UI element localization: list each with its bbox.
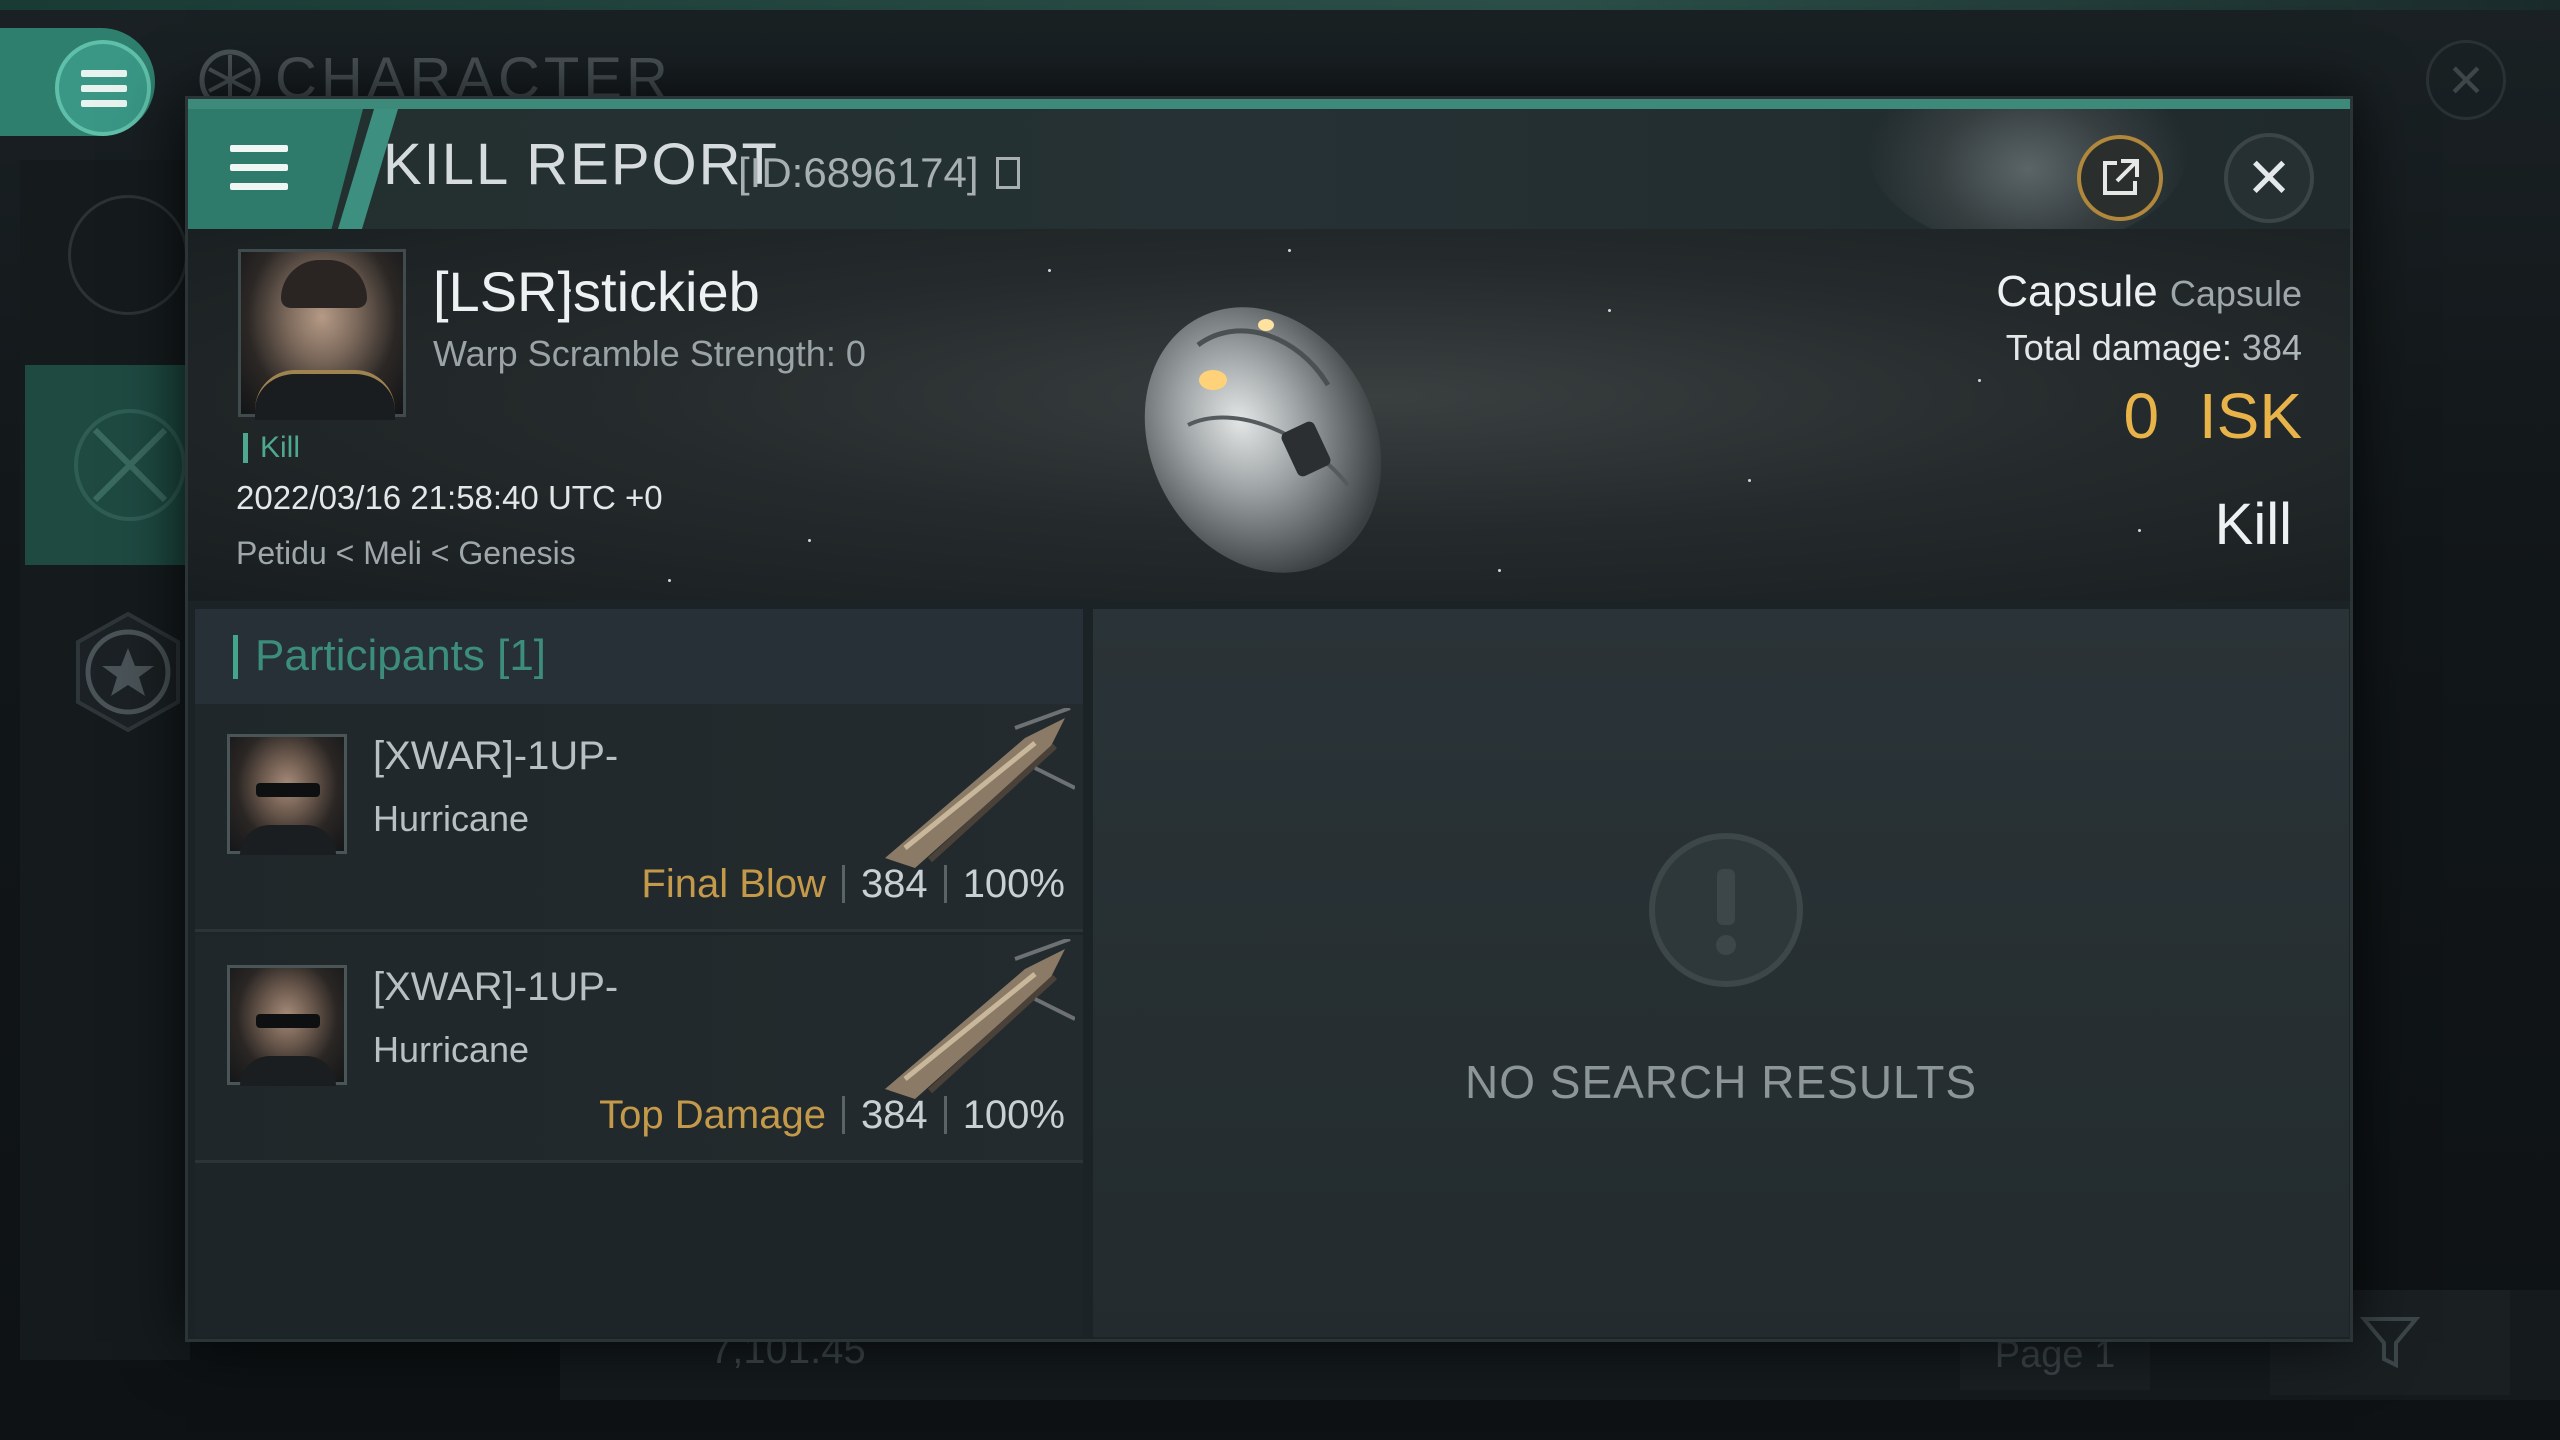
hamburger-icon [230,145,288,202]
page-title: KILL REPORT [383,132,779,197]
participant-stats: Top Damage 384 100% [599,1093,1065,1138]
kill-tag: Kill [243,433,300,463]
crossed-swords-icon [74,409,186,521]
background-sidebar [20,160,190,1360]
top-accent-line [0,0,2560,10]
ship-name: Capsule [1996,267,2158,316]
participants-title: Participants [1] [255,631,547,680]
participant-row[interactable]: [XWAR]-1UP- Hurricane Top Damage 384 100% [195,935,1083,1163]
participants-panel: Participants [1] [XWAR]-1UP- Hurricane F… [195,609,1083,1337]
participant-name: [XWAR]-1UP- [373,734,619,778]
participant-percent: 100% [962,1093,1065,1137]
modal-header: KILL REPORT [ID:6896174] × [188,109,2350,229]
hamburger-icon [81,70,127,115]
filter-icon [2360,1317,2420,1369]
victim-avatar[interactable] [238,249,406,420]
background-close-icon[interactable]: × [2426,40,2506,120]
total-damage: Total damage: 384 [2006,327,2302,369]
close-button[interactable]: × [2224,133,2314,223]
copy-icon[interactable] [996,157,1020,189]
participant-avatar[interactable] [227,734,347,855]
star-icon[interactable] [66,610,190,734]
isk-value: 0 ISK [2123,379,2302,453]
external-link-icon [2103,159,2139,195]
participant-ship: Hurricane [373,1029,530,1070]
participant-percent: 100% [962,862,1065,906]
participant-name: [XWAR]-1UP- [373,965,619,1009]
hurricane-ship-image [885,939,1075,1099]
participant-damage: 384 [860,1093,928,1137]
close-icon: × [2247,137,2291,217]
total-damage-value: 384 [2241,327,2302,368]
participant-role: Final Blow [641,862,826,906]
ship-class: Capsule [2169,273,2302,314]
participants-header[interactable]: Participants [1] [195,609,1083,704]
participant-row[interactable]: [XWAR]-1UP- Hurricane Final Blow 384 100% [195,704,1083,932]
modal-accent-line [188,99,2350,109]
hurricane-ship-image [885,708,1075,868]
participant-damage: 384 [860,862,928,906]
total-damage-label: Total damage: [2005,327,2232,368]
no-results-message: NO SEARCH RESULTS [1464,1056,1978,1108]
kill-report-modal: KILL REPORT [ID:6896174] × [LSR]stickieb… [185,96,2353,1342]
main-menu-button[interactable] [55,40,151,136]
participant-ship: Hurricane [373,798,530,839]
warning-icon [1649,833,1803,987]
participant-stats: Final Blow 384 100% [641,862,1065,907]
isk-unit: ISK [2198,380,2302,452]
participant-avatar[interactable] [227,965,347,1086]
kill-verdict: Kill [2214,492,2292,557]
participant-role: Top Damage [599,1093,826,1137]
modal-menu-button[interactable] [188,109,363,229]
sidebar-list-icon[interactable] [68,195,188,315]
share-button[interactable] [2077,135,2163,221]
report-id: [ID:6896174] [738,149,979,196]
victim-ship[interactable]: Capsule Capsule [1996,267,2302,317]
results-panel: NO SEARCH RESULTS [1093,609,2349,1337]
kill-location[interactable]: Petidu < Meli < Genesis [236,535,576,572]
warp-scramble-strength: Warp Scramble Strength: 0 [433,333,866,374]
kill-datetime: 2022/03/16 21:58:40 UTC +0 [236,479,663,516]
victim-name[interactable]: [LSR]stickieb [433,259,760,324]
isk-amount: 0 [2123,380,2160,452]
victim-panel: [LSR]stickieb Warp Scramble Strength: 0 … [188,229,2350,601]
capsule-ship-image [1144,307,1382,573]
